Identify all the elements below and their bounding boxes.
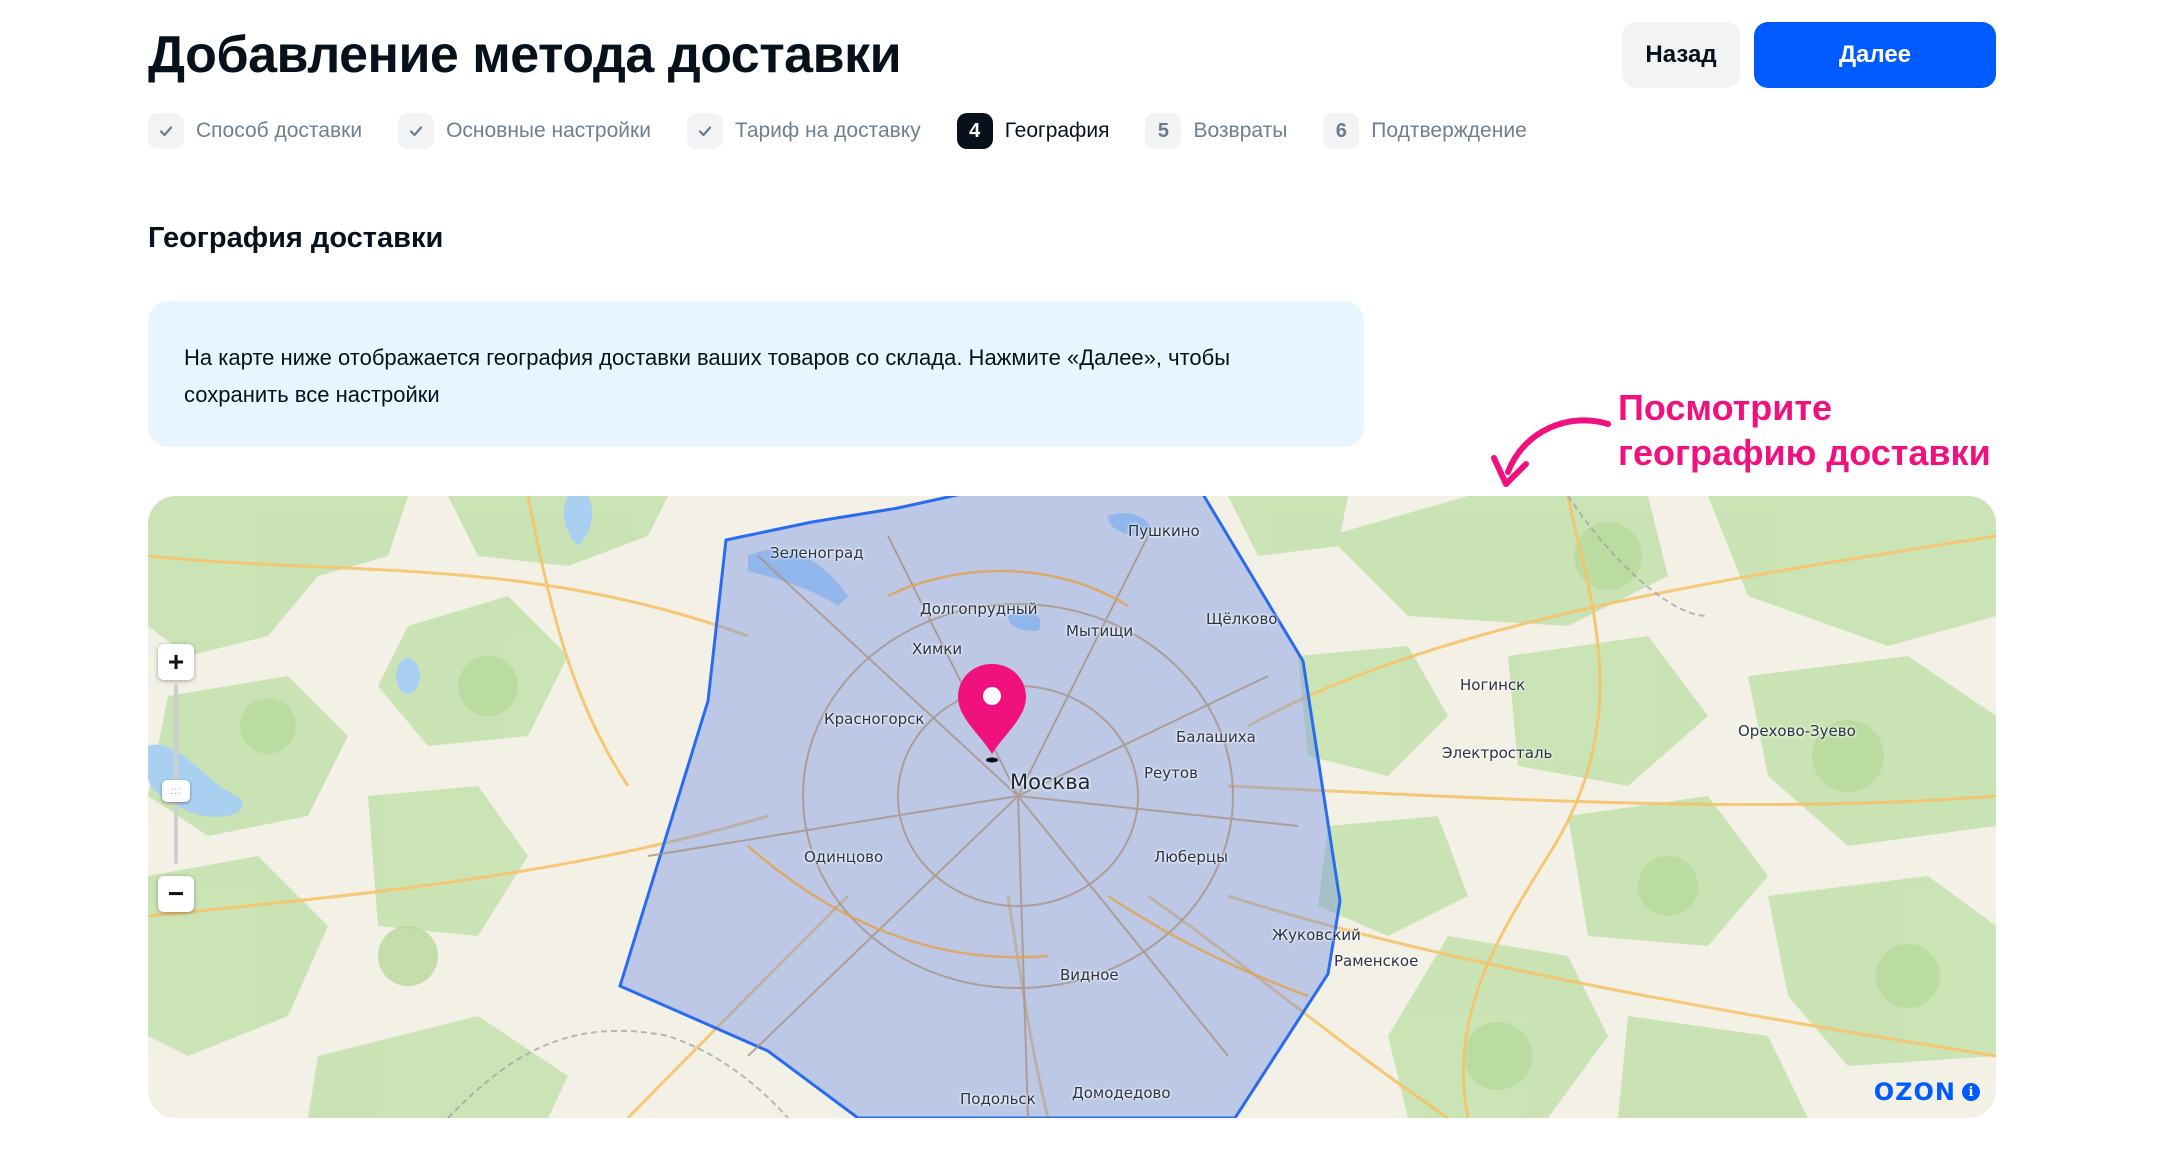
delivery-map[interactable]: Москва Зеленоград Пушкино Долгопрудный М… [148,496,1996,1118]
zoom-control: + ::: − [158,644,194,912]
city-label: Орехово-Зуево [1738,722,1856,740]
city-label: Видное [1060,966,1119,984]
map-canvas[interactable] [148,496,1996,1118]
hint-line-2: географию доставки [1618,432,1991,473]
hint-callout: Посмотрите географию доставки [1618,385,1991,475]
city-label: Жуковский [1272,926,1361,944]
hint-line-1: Посмотрите [1618,387,1833,428]
city-label: Щёлково [1206,610,1278,628]
step-returns[interactable]: 5 Возвраты [1145,113,1287,149]
city-label: Реутов [1144,764,1198,782]
step-label: Тариф на доставку [734,119,921,142]
curved-arrow-icon [1491,417,1611,487]
step-label: Возвраты [1193,119,1288,142]
step-number: 6 [1323,113,1360,149]
check-icon [398,113,435,149]
info-banner: На карте ниже отображается география дос… [148,301,1364,447]
step-delivery-method[interactable]: Способ доставки [148,113,362,149]
section-title: География доставки [148,222,444,254]
city-label: Домодедово [1072,1084,1171,1102]
page-title: Добавление метода доставки [148,26,902,84]
city-label: Раменское [1334,952,1419,970]
zoom-slider-handle[interactable]: ::: [162,780,190,802]
step-geography[interactable]: 4 География [956,113,1110,149]
step-label: География [1004,119,1110,142]
step-confirmation[interactable]: 6 Подтверждение [1323,113,1527,149]
step-label: Способ доставки [196,119,363,142]
info-icon[interactable]: i [1962,1083,1980,1101]
city-label: Долгопрудный [920,600,1038,618]
city-label-moscow: Москва [1010,770,1091,794]
step-number: 4 [956,113,993,149]
city-label: Красногорск [824,710,925,728]
city-label: Одинцово [804,848,884,866]
ozon-logo: OZON i [1874,1078,1980,1106]
city-label: Электросталь [1442,744,1553,762]
back-button[interactable]: Назад [1622,22,1740,88]
step-label: Подтверждение [1371,119,1527,142]
city-label: Пушкино [1128,522,1200,540]
stepper: Способ доставки Основные настройки Тариф… [148,111,1563,151]
city-label: Подольск [960,1090,1036,1108]
next-button[interactable]: Далее [1754,22,1996,88]
city-label: Балашиха [1176,728,1256,746]
zoom-out-button[interactable]: − [158,876,194,912]
city-label: Ногинск [1460,676,1526,694]
city-label: Химки [912,640,963,658]
zoom-in-button[interactable]: + [158,644,194,680]
ozon-logo-text: OZON [1873,1078,1956,1106]
check-icon [686,113,723,149]
step-number: 5 [1145,113,1182,149]
city-label: Люберцы [1154,848,1228,866]
city-label: Зеленоград [770,544,864,562]
step-tariff[interactable]: Тариф на доставку [686,113,921,149]
step-label: Основные настройки [446,119,651,142]
check-icon [148,113,184,149]
step-basic-settings[interactable]: Основные настройки [398,113,651,149]
zoom-slider[interactable] [174,684,178,864]
info-text: На карте ниже отображается география дос… [184,345,1231,407]
city-label: Мытищи [1066,622,1134,640]
